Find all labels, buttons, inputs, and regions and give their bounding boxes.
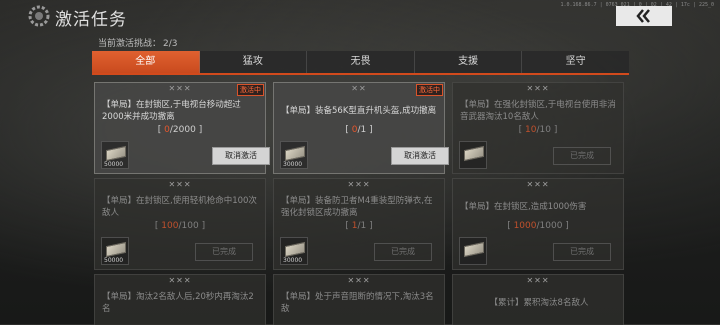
progress-target: /1: [357, 125, 367, 135]
task-description: 【单局】装备防卫者M4重装型防弹衣,在强化封锁区成功撤离: [281, 196, 433, 218]
task-card[interactable]: ✕✕✕ 【单局】在封锁区,使用轻机枪命中100次敌人 [ 100/100 ] 5…: [94, 178, 266, 270]
tab-all[interactable]: 全部: [92, 51, 200, 73]
task-progress: [ 10/10 ]: [518, 125, 558, 135]
cancel-activation-button[interactable]: 取消激活: [391, 147, 449, 165]
task-progress: [ 100/100 ]: [154, 221, 206, 231]
progress-target: /2000: [169, 125, 196, 135]
ticket-icon: [285, 241, 305, 258]
task-description: 【单局】在封锁区,造成1000伤害: [460, 202, 587, 212]
task-card[interactable]: ✕✕✕ 【单局】在强化封锁区,于电视台使用非消音武器淘汰10名敌人 [ 10/1…: [452, 82, 624, 174]
task-description: 【单局】处于声音阻断的情况下,淘汰3名敌: [281, 292, 434, 314]
reward-amount: 50000: [104, 161, 124, 168]
page-title: 激活任务: [55, 10, 127, 30]
progress-target: /10: [536, 125, 551, 135]
task-card[interactable]: ✕✕✕ 【单局】装备防卫者M4重装型防弹衣,在强化封锁区成功撤离 [ 1/1 ]…: [273, 178, 445, 270]
completed-status: 已完成: [374, 243, 432, 261]
task-card[interactable]: ✕✕✕ 【单局】在封锁区,造成1000伤害 [ 1000/1000 ] 已完成: [452, 178, 624, 270]
progress-label: 当前激活挑战：: [98, 39, 162, 49]
task-description: 【单局】在封锁区,使用轻机枪命中100次敌人: [102, 196, 257, 218]
ticket-icon: [106, 241, 126, 258]
cancel-activation-button[interactable]: 取消激活: [212, 147, 270, 165]
task-card[interactable]: ✕✕✕ 【单局】处于声音阻断的情况下,淘汰3名敌: [273, 274, 445, 325]
ticket-icon: [464, 241, 484, 258]
gear-icon: [28, 5, 50, 27]
rank-marks: ✕✕✕: [347, 180, 371, 189]
task-progress: [ 0/1 ]: [345, 125, 373, 135]
task-card[interactable]: ✕✕ 激活中 【单局】装备56K型直升机头盔,成功撤离 [ 0/1 ] 3000…: [273, 82, 449, 174]
ticket-icon: [285, 145, 305, 162]
task-description: 【单局】装备56K型直升机头盔,成功撤离: [281, 106, 437, 116]
reward-item[interactable]: [459, 237, 487, 265]
task-description: 【单局】在封锁区,于电视台移动超过2000米并成功撤离: [102, 100, 241, 122]
completed-status: 已完成: [553, 147, 611, 165]
reward-amount: 30000: [283, 257, 303, 264]
tab-defend[interactable]: 坚守: [522, 51, 629, 73]
ticket-icon: [464, 145, 484, 162]
task-progress: [ 1/1 ]: [345, 221, 373, 231]
progress-current: 1000: [513, 221, 537, 231]
task-card[interactable]: ✕✕✕ 【累计】累积淘汰8名敌人: [452, 274, 624, 325]
rank-marks: ✕✕✕: [526, 276, 550, 285]
task-description: 【累计】累积淘汰8名敌人: [489, 298, 589, 308]
tab-support[interactable]: 支援: [415, 51, 523, 73]
ticket-icon: [106, 145, 126, 162]
progress-current: 10: [525, 125, 537, 135]
task-progress: [ 1000/1000 ]: [507, 221, 569, 231]
active-badge: 激活中: [237, 84, 264, 96]
reward-item[interactable]: [459, 141, 487, 169]
completed-status: 已完成: [195, 243, 253, 261]
progress-target: /100: [178, 221, 199, 231]
rank-marks: ✕✕✕: [526, 180, 550, 189]
task-description: 【单局】淘汰2名敌人后,20秒内再淘汰2名: [102, 292, 254, 314]
rank-marks: ✕✕✕: [347, 276, 371, 285]
reward-item[interactable]: 50000: [101, 237, 129, 265]
reward-item[interactable]: 30000: [280, 237, 308, 265]
reward-amount: 30000: [283, 161, 303, 168]
back-button[interactable]: [616, 6, 672, 26]
active-badge: 激活中: [416, 84, 443, 96]
completed-status: 已完成: [553, 243, 611, 261]
task-card[interactable]: ✕✕✕ 激活中 【单局】在封锁区,于电视台移动超过2000米并成功撤离 [ 0/…: [94, 82, 270, 174]
category-tabs: 全部 猛攻 无畏 支援 坚守: [92, 51, 629, 75]
reward-item[interactable]: 30000: [280, 141, 308, 169]
rank-marks: ✕✕✕: [526, 84, 550, 93]
task-description: 【单局】在强化封锁区,于电视台使用非消音武器淘汰10名敌人: [460, 100, 616, 122]
tab-fearless[interactable]: 无畏: [307, 51, 415, 73]
tab-assault[interactable]: 猛攻: [200, 51, 308, 73]
progress-value: 2/3: [163, 39, 178, 49]
challenge-progress: 当前激活挑战： 2/3: [96, 36, 178, 49]
reward-item[interactable]: 50000: [101, 141, 129, 169]
reward-amount: 50000: [104, 257, 124, 264]
progress-target: /1: [357, 221, 367, 231]
top-bar: 激活任务 1.0.168.86.7 | 0763_021 | 0 | 02 | …: [0, 0, 720, 32]
chevron-left-icon: [636, 9, 650, 23]
task-progress: [ 0/2000 ]: [157, 125, 203, 135]
task-card[interactable]: ✕✕✕ 【单局】淘汰2名敌人后,20秒内再淘汰2名: [94, 274, 266, 325]
progress-target: /1000: [536, 221, 563, 231]
rank-marks: ✕✕✕: [168, 276, 192, 285]
progress-current: 100: [161, 221, 179, 231]
rank-marks: ✕✕✕: [168, 180, 192, 189]
